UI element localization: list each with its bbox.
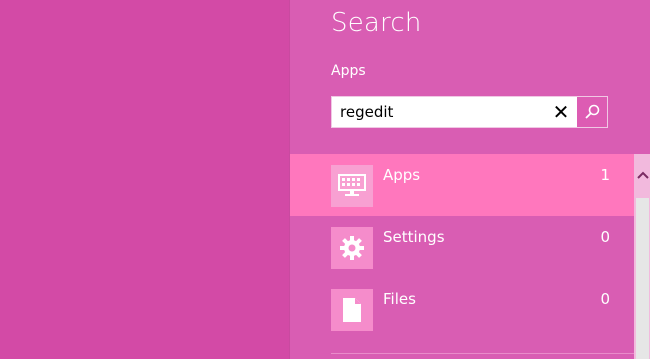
search-input[interactable] <box>332 97 542 127</box>
search-results-list: Apps 1 Settings 0 Files 0 <box>290 154 634 340</box>
search-scope-label: Apps <box>331 63 366 79</box>
search-charm-pane: Search Apps ✕ <box>289 0 650 359</box>
close-icon: ✕ <box>552 100 570 124</box>
result-label: Settings <box>383 228 445 246</box>
magnifier-icon <box>585 104 600 119</box>
results-divider <box>331 353 634 354</box>
scroll-up-button[interactable] <box>634 154 650 196</box>
scrollbar-thumb[interactable] <box>636 198 649 359</box>
result-row-files[interactable]: Files 0 <box>290 278 634 340</box>
gear-icon <box>331 227 373 269</box>
search-submit-button[interactable] <box>577 97 607 127</box>
result-count: 0 <box>600 290 610 308</box>
apps-keyboard-icon <box>331 165 373 207</box>
chevron-up-icon <box>636 171 649 179</box>
result-row-settings[interactable]: Settings 0 <box>290 216 634 278</box>
results-scrollbar[interactable] <box>634 154 650 359</box>
file-icon <box>331 289 373 331</box>
result-label: Files <box>383 290 416 308</box>
pane-title: Search <box>331 8 422 38</box>
result-count: 1 <box>600 166 610 184</box>
result-label: Apps <box>383 166 421 184</box>
desktop-background <box>0 0 289 359</box>
search-box: ✕ <box>331 96 608 128</box>
result-row-apps[interactable]: Apps 1 <box>290 154 634 216</box>
result-count: 0 <box>600 228 610 246</box>
clear-search-button[interactable]: ✕ <box>548 97 574 127</box>
